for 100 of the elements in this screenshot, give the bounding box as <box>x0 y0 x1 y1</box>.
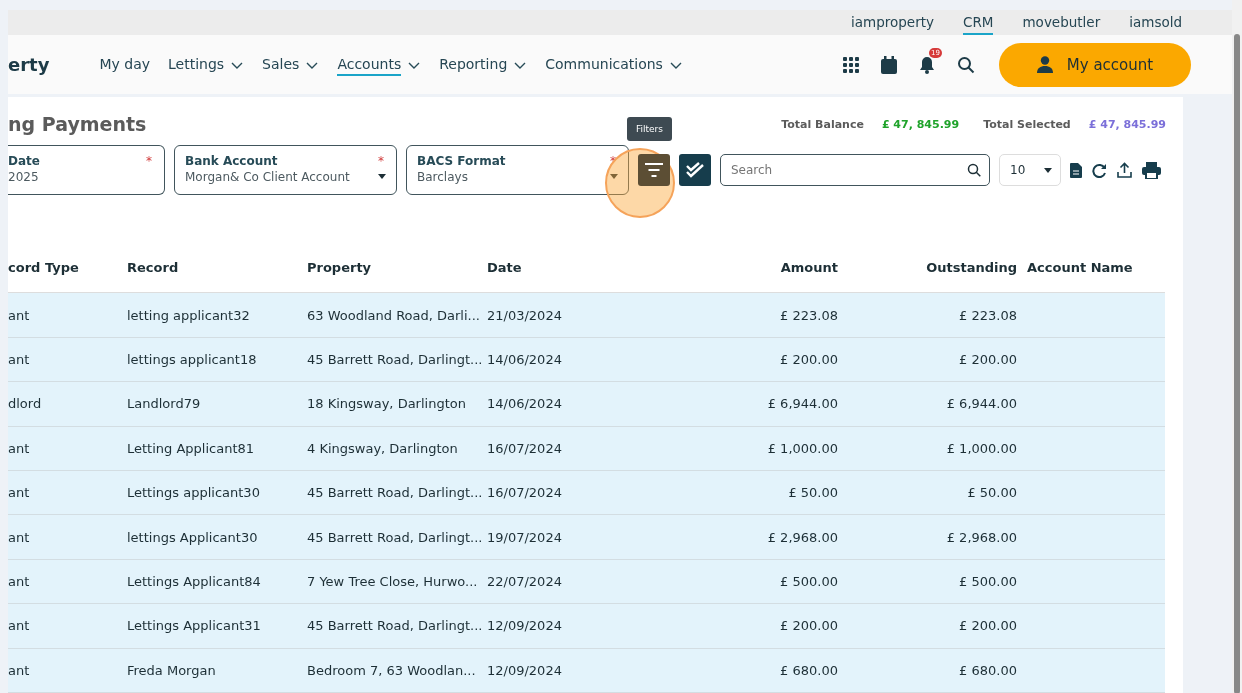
table-cell-text: ant <box>8 574 31 589</box>
table-cell-text: letting applicant32 <box>127 307 251 323</box>
table-cell-text: £ 1,000.00 <box>766 440 838 456</box>
table-cell-text: ant <box>8 485 31 501</box>
column-header: Record <box>127 260 180 275</box>
page-title: ng Payments <box>8 113 147 136</box>
table-cell-text: £ 6,944.00 <box>945 396 1017 412</box>
filters-tooltip: Filters <box>627 117 672 142</box>
dropdown-field[interactable]: Bank Account Morgan& Co Client Account * <box>174 145 397 196</box>
nav-menu-item[interactable]: Accounts <box>337 53 422 76</box>
refresh-icon[interactable] <box>1092 163 1107 178</box>
table-row[interactable]: dlord Landlord79 18 Kingsway, Darlington 14/06/2024 £ 6,944.00 £ 6,944.00 <box>8 382 1165 427</box>
table-row[interactable]: ant Freda Morgan Bedroom 7, 63 Woodlan... 12/09/2024 £ 680.00 £ 680.00 <box>8 648 1165 693</box>
table-cell-text: 12/09/2024 <box>487 618 563 634</box>
select-all-button[interactable] <box>679 154 711 187</box>
required-mark: * <box>378 154 384 169</box>
filter-icon <box>645 163 663 178</box>
table-cell-text: dlord <box>8 396 43 412</box>
table-cell-text: £ 200.00 <box>779 352 838 368</box>
table-cell-text: ant <box>8 662 31 678</box>
brand-logo-text: erty <box>8 54 50 76</box>
table-cell-text: 21/03/2024 <box>487 307 563 323</box>
document-icon[interactable] <box>1070 163 1082 178</box>
total-value: £ 47, 845.99 <box>881 118 960 132</box>
required-mark: * <box>146 154 152 169</box>
table-cell-text: £ 50.00 <box>966 485 1017 501</box>
site-link[interactable]: iamproperty <box>851 10 934 35</box>
table-cell-text: £ 200.00 <box>779 618 838 634</box>
table-row[interactable]: ant lettings Applicant30 45 Barrett Road, Darlingt... 19/07/2024 £ 2,968.00 £ 2,968.00 <box>8 515 1165 560</box>
table-cell-text: £ 500.00 <box>958 574 1017 589</box>
table-cell-text: £ 2,968.00 <box>766 529 838 545</box>
scrollbar[interactable] <box>1232 0 1242 693</box>
table-cell-text: lettings applicant18 <box>127 352 258 368</box>
table-cell-text: 14/06/2024 <box>487 396 563 412</box>
nav-menu-item[interactable]: Reporting <box>439 53 528 76</box>
column-header: Account Name <box>1026 260 1134 275</box>
table-cell-text: 45 Barrett Road, Darlingt... <box>307 529 484 545</box>
table-cell-text: Lettings Applicant31 <box>127 618 262 634</box>
table-row[interactable]: ant Lettings Applicant31 45 Barrett Road, Darlingt... 12/09/2024 £ 200.00 £ 200.00 <box>8 604 1165 649</box>
column-header: Date <box>487 260 523 275</box>
table-cell-text: £ 680.00 <box>958 662 1017 678</box>
table-cell-text: ant <box>8 529 31 545</box>
table-cell-text: 14/06/2024 <box>487 352 563 368</box>
nav-menu-item[interactable]: My day <box>99 53 150 76</box>
nav-menu-item[interactable]: Lettings <box>168 53 245 76</box>
page-size-select[interactable]: 10 <box>999 154 1061 187</box>
upload-icon[interactable] <box>1117 162 1132 179</box>
table-row[interactable]: ant Lettings Applicant84 7 Yew Tree Close, Hurwo... 22/07/2024 £ 500.00 £ 500.00 <box>8 559 1165 605</box>
total-label: Total Selected <box>983 118 1071 132</box>
table-cell-text: £ 200.00 <box>958 618 1017 634</box>
printer-icon[interactable] <box>1142 162 1161 179</box>
nav-menu-item[interactable]: Communications <box>545 53 683 76</box>
table-cell-text: Bedroom 7, 63 Woodlan... <box>307 662 477 678</box>
calendar-icon[interactable] <box>881 55 897 74</box>
table-cell-text: £ 680.00 <box>779 662 838 678</box>
table-row[interactable]: ant Letting Applicant81 4 Kingsway, Darlington 16/07/2024 £ 1,000.00 £ 1,000.00 <box>8 426 1165 472</box>
table-cell-text: ant <box>8 440 31 456</box>
table-row[interactable]: ant lettings applicant18 45 Barrett Road, Darlingt... 14/06/2024 £ 200.00 £ 200.00 <box>8 337 1165 383</box>
table-cell-text: Letting Applicant81 <box>127 440 256 456</box>
search-icon[interactable] <box>957 55 975 74</box>
table-cell-text: 4 Kingsway, Darlington <box>307 440 459 456</box>
grid-icon[interactable] <box>843 56 859 73</box>
table-cell-text: 19/07/2024 <box>487 529 563 545</box>
site-link[interactable]: iamsold <box>1129 10 1182 35</box>
search-icon <box>967 163 981 178</box>
table-cell-text: 22/07/2024 <box>487 574 563 589</box>
table-cell-text: £ 6,944.00 <box>766 396 838 412</box>
column-header: Amount <box>779 260 838 275</box>
table-cell-text: £ 500.00 <box>779 574 838 589</box>
caret-down-icon <box>1044 168 1052 173</box>
table-cell-text: £ 200.00 <box>958 352 1017 368</box>
table-cell-text: ant <box>8 352 31 368</box>
table-row[interactable]: ant letting applicant32 63 Woodland Road, Darli... 21/03/2024 £ 223.08 £ 223.08 <box>8 293 1165 338</box>
search-field[interactable]: Search <box>720 154 990 187</box>
column-header: cord Type <box>8 260 80 275</box>
table-cell-text: £ 2,968.00 <box>945 529 1017 545</box>
site-link[interactable]: movebutler <box>1022 10 1101 35</box>
table-cell-text: £ 223.08 <box>958 307 1017 323</box>
table-cell-text: Lettings applicant30 <box>127 485 261 501</box>
date-field[interactable]: Date 2025 * <box>8 145 165 196</box>
bell-icon[interactable] <box>919 55 935 74</box>
table-cell-text: 45 Barrett Road, Darlingt... <box>307 352 484 368</box>
table-cell-text: 45 Barrett Road, Darlingt... <box>307 618 484 634</box>
table-cell-text: 12/09/2024 <box>487 662 563 678</box>
double-check-icon <box>686 162 704 179</box>
table-cell-text: 16/07/2024 <box>487 485 563 501</box>
table-row[interactable]: ant Lettings applicant30 45 Barrett Road, Darlingt... 16/07/2024 £ 50.00 £ 50.00 <box>8 471 1165 516</box>
table-cell-text: £ 50.00 <box>787 485 838 501</box>
nav-menu-item[interactable]: Sales <box>262 53 320 76</box>
total-value: £ 47, 845.99 <box>1088 118 1166 132</box>
total-label: Total Balance <box>781 118 864 132</box>
table-cell-text: 18 Kingsway, Darlington <box>307 396 467 412</box>
caret-down-icon <box>610 174 618 180</box>
person-icon <box>1036 56 1053 74</box>
table-cell-text: £ 1,000.00 <box>945 440 1017 456</box>
column-header: Outstanding <box>925 260 1017 275</box>
table-cell-text: lettings Applicant30 <box>127 529 259 545</box>
column-header: Property <box>307 260 373 275</box>
filter-button[interactable] <box>638 154 670 187</box>
my-account-button[interactable]: My account <box>999 42 1191 87</box>
